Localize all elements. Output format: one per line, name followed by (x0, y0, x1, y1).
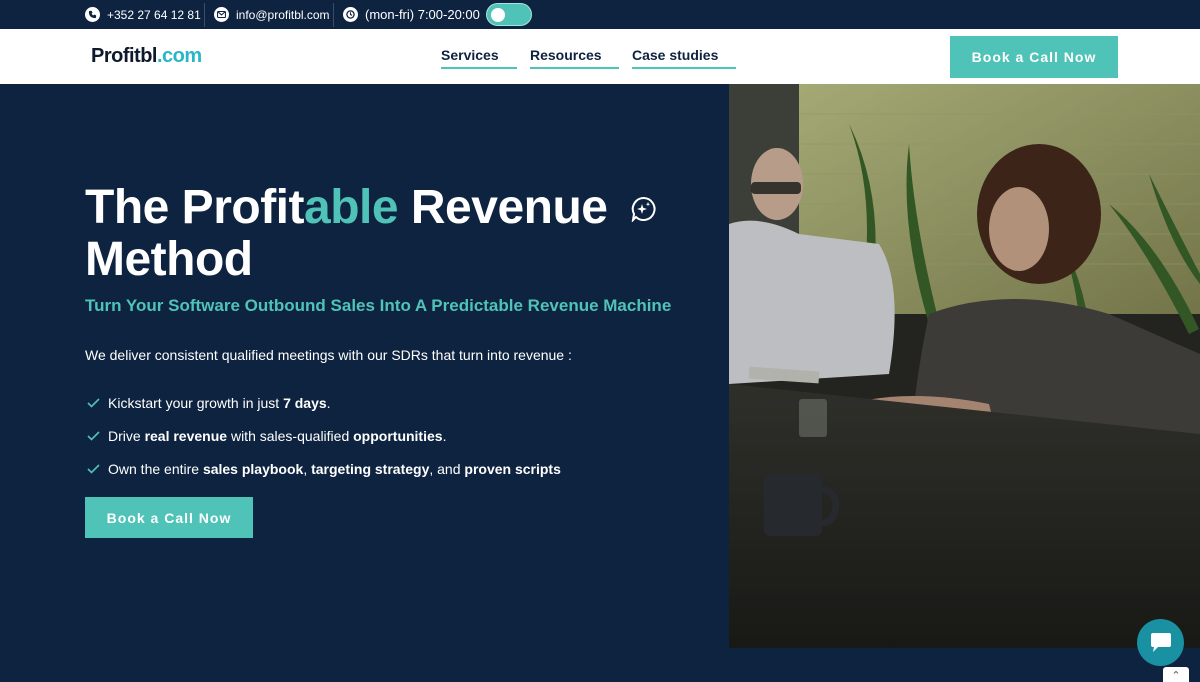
bullet-bold: 7 days (283, 394, 327, 411)
nav-services[interactable]: Services (441, 47, 517, 69)
bullet-bold: proven scripts (464, 460, 561, 477)
title-part1: The Profit (85, 181, 305, 234)
phone-icon (85, 7, 100, 22)
opening-hours: (mon-fri) 7:00-20:00 (343, 0, 480, 29)
hero-subtitle: Turn Your Software Outbound Sales Into A… (85, 296, 672, 315)
hero-lead: We deliver consistent qualified meetings… (85, 347, 572, 363)
chat-spark-icon (631, 196, 656, 222)
scroll-to-top-button[interactable]: ⌃ (1163, 667, 1189, 682)
hours-text: (mon-fri) 7:00-20:00 (365, 7, 480, 22)
bullet-text: , (303, 460, 312, 477)
site-header: Profitbl.com Services Resources Case stu… (0, 29, 1200, 84)
logo-main: Profitbl (91, 45, 158, 67)
bullet-bold: opportunities (353, 427, 443, 444)
clock-icon (343, 7, 358, 22)
bullet-text: Drive (108, 427, 145, 444)
bullet-text: . (326, 394, 331, 411)
logo[interactable]: Profitbl.com (91, 45, 202, 68)
bullet-bold: sales playbook (202, 460, 304, 477)
phone-number[interactable]: +352 27 64 12 81 (107, 8, 201, 22)
book-call-button-header[interactable]: Book a Call Now (950, 36, 1118, 78)
phone-contact[interactable]: +352 27 64 12 81 (85, 0, 201, 29)
book-call-button-hero[interactable]: Book a Call Now (85, 497, 253, 538)
divider (333, 3, 334, 27)
hero-photo (729, 84, 1200, 648)
chat-widget-button[interactable] (1137, 619, 1184, 666)
mail-icon (214, 7, 229, 22)
photo-shade (729, 84, 1200, 648)
email-address[interactable]: info@profitbl.com (236, 8, 330, 22)
list-item: Own the entire sales playbook, targeting… (87, 452, 561, 485)
chevron-up-icon: ⌃ (1171, 670, 1181, 682)
toggle-knob (491, 8, 505, 22)
hero-title: The Profitable Revenue Method (85, 182, 685, 286)
bullet-text: , and (429, 460, 465, 477)
email-contact[interactable]: info@profitbl.com (214, 0, 330, 29)
chat-icon (1150, 632, 1171, 652)
nav-case-studies[interactable]: Case studies (632, 47, 736, 69)
nav-resources[interactable]: Resources (530, 47, 619, 69)
bullet-text: Kickstart your growth in just (108, 394, 284, 411)
logo-suffix: .com (157, 45, 202, 67)
bullet-text: . (442, 427, 447, 444)
bullet-bold: real revenue (144, 427, 228, 444)
list-item: Drive real revenue with sales-qualified … (87, 419, 561, 452)
check-icon (87, 397, 100, 408)
top-info-bar: +352 27 64 12 81 info@profitbl.com (mon-… (0, 0, 1200, 29)
benefits-list: Kickstart your growth in just 7 days. Dr… (87, 386, 561, 485)
check-icon (87, 430, 100, 441)
theme-toggle[interactable] (486, 3, 532, 26)
bullet-bold: targeting strategy (311, 460, 430, 477)
bullet-text: with sales-qualified (227, 427, 354, 444)
list-item: Kickstart your growth in just 7 days. (87, 386, 561, 419)
divider (204, 3, 205, 27)
bullet-text: Own the entire (108, 460, 203, 477)
title-accent: able (304, 181, 399, 234)
check-icon (87, 463, 100, 474)
